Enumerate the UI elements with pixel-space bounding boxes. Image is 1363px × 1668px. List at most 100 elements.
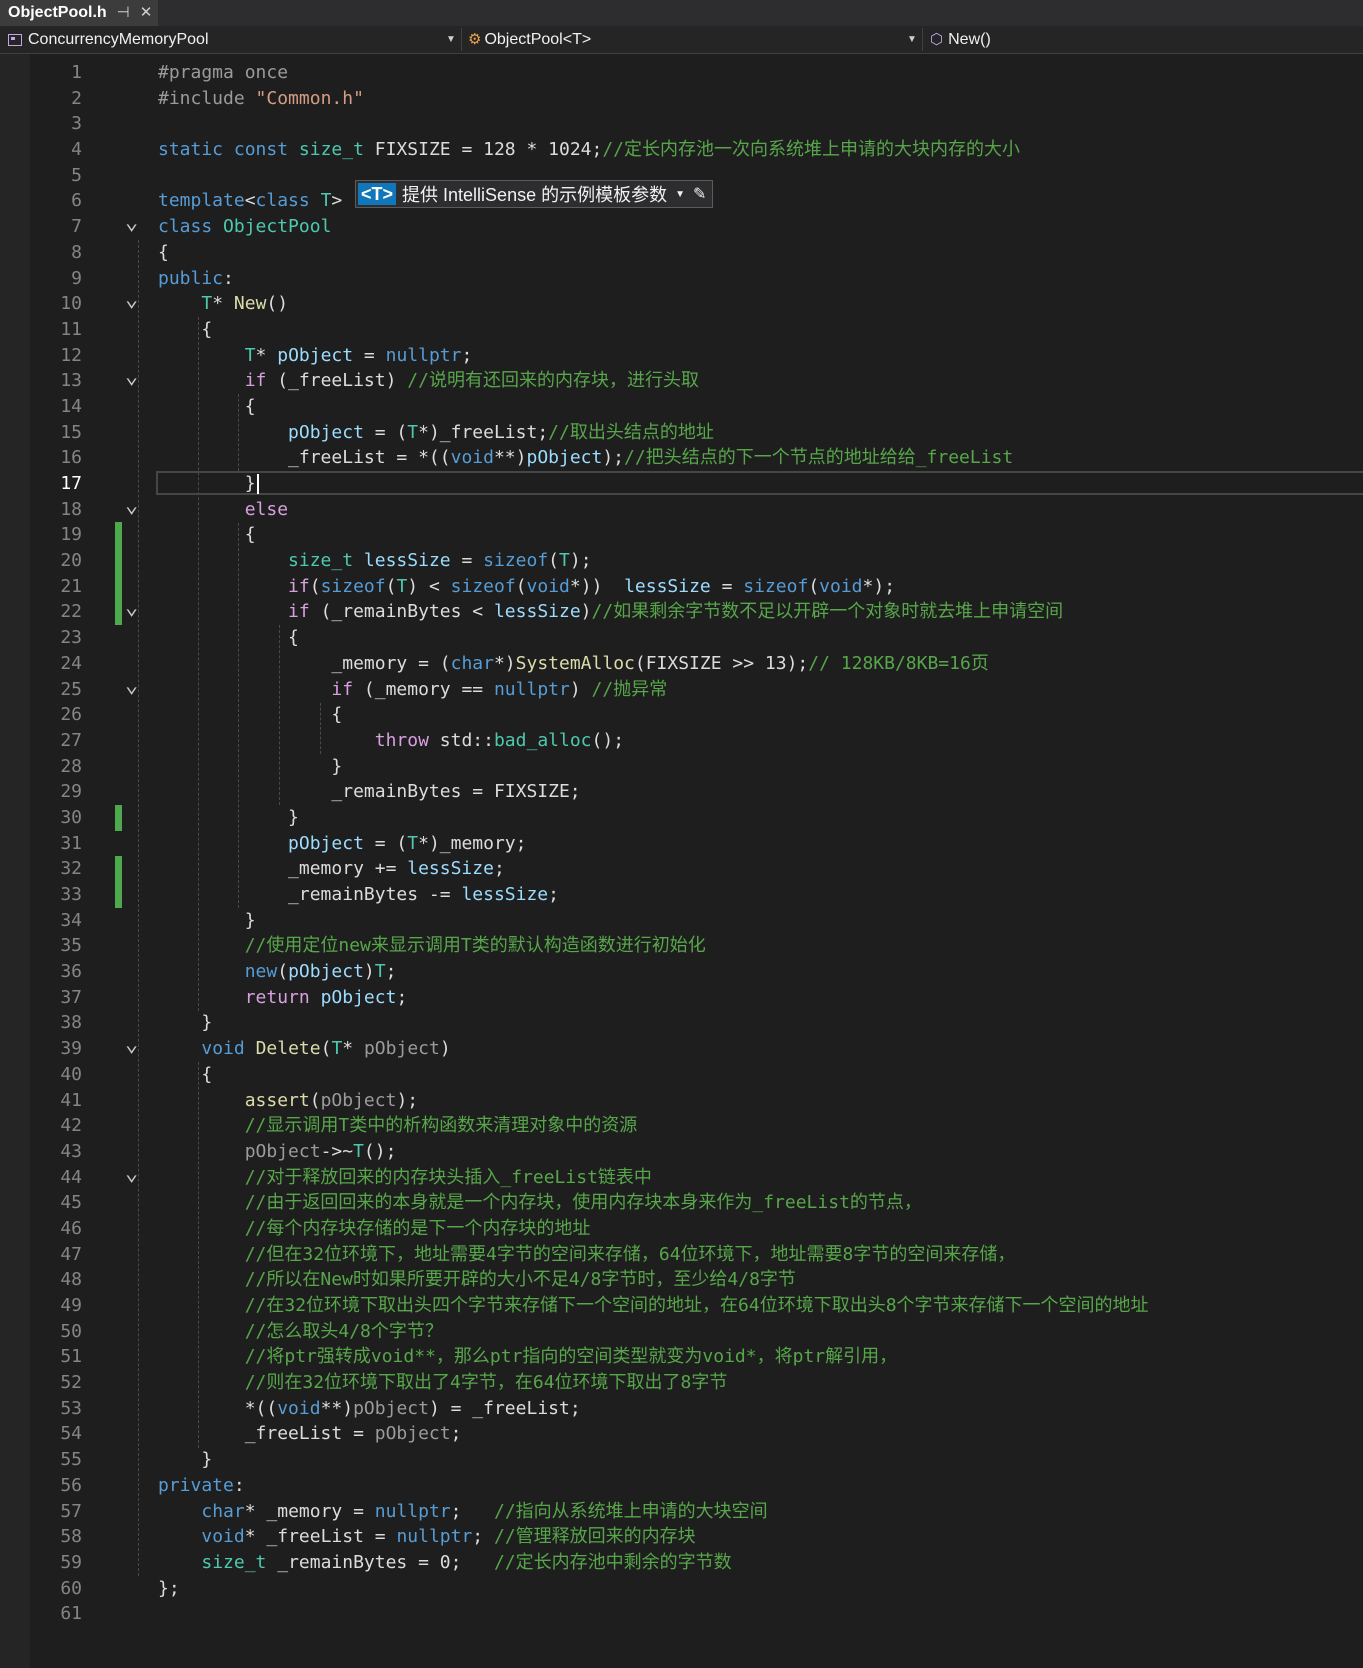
code-text[interactable]: T* New(): [158, 291, 288, 317]
code-text[interactable]: }: [158, 908, 256, 934]
code-text[interactable]: static const size_t FIXSIZE = 128 * 1024…: [158, 137, 1020, 163]
code-text[interactable]: //使用定位new来显示调用T类的默认构造函数进行初始化: [158, 933, 706, 959]
code-line-15[interactable]: 15 pObject = (T*)_freeList;//取出头结点的地址: [0, 420, 1363, 446]
code-line-26[interactable]: 26 {: [0, 702, 1363, 728]
code-line-24[interactable]: 24 _memory = (char*)SystemAlloc(FIXSIZE …: [0, 651, 1363, 677]
code-line-56[interactable]: 56 private:: [0, 1473, 1363, 1499]
code-text[interactable]: template<class T>: [158, 188, 342, 214]
chevron-down-icon[interactable]: ⌄: [125, 494, 138, 516]
code-line-22[interactable]: 22 ⌄ if (_remainBytes < lessSize)//如果剩余字节…: [0, 597, 1363, 626]
code-line-23[interactable]: 23 {: [0, 625, 1363, 651]
code-text[interactable]: size_t lessSize = sizeof(T);: [158, 548, 592, 574]
code-text[interactable]: #include "Common.h": [158, 86, 364, 112]
code-text[interactable]: private:: [158, 1473, 245, 1499]
chevron-down-icon[interactable]: ⌄: [125, 212, 138, 234]
code-line-43[interactable]: 43 pObject->~T();: [0, 1139, 1363, 1165]
code-text[interactable]: //对于释放回来的内存块头插入_freeList链表中: [158, 1165, 652, 1191]
code-text[interactable]: //所以在New时如果所要开辟的大小不足4/8字节时，至少给4/8字节: [158, 1267, 796, 1293]
code-text[interactable]: //显示调用T类中的析构函数来清理对象中的资源: [158, 1113, 638, 1139]
code-text[interactable]: if (_memory == nullptr) //抛异常: [158, 677, 667, 703]
code-line-52[interactable]: 52 //则在32位环境下取出了4字节，在64位环境下取出了8字节: [0, 1370, 1363, 1396]
code-line-7[interactable]: 7 ⌄ class ObjectPool: [0, 212, 1363, 240]
code-text[interactable]: }: [158, 1010, 212, 1036]
code-text[interactable]: {: [158, 317, 212, 343]
code-text[interactable]: if(sizeof(T) < sizeof(void*)) lessSize =…: [158, 574, 895, 600]
code-text[interactable]: //在32位环境下取出头四个字节来存储下一个空间的地址，在64位环境下取出头8个…: [158, 1293, 1149, 1319]
code-line-29[interactable]: 29 _remainBytes = FIXSIZE;: [0, 779, 1363, 805]
code-text[interactable]: //但在32位环境下，地址需要4字节的空间来存储，64位环境下，地址需要8字节的…: [158, 1242, 1016, 1268]
code-text[interactable]: {: [158, 522, 256, 548]
code-line-45[interactable]: 45 //由于返回回来的本身就是一个内存块，使用内存块本身来作为_freeLis…: [0, 1190, 1363, 1216]
code-line-41[interactable]: 41 assert(pObject);: [0, 1088, 1363, 1114]
chevron-down-icon[interactable]: ▼: [907, 26, 917, 53]
code-line-55[interactable]: 55 }: [0, 1447, 1363, 1473]
code-text[interactable]: else: [158, 497, 288, 523]
code-text[interactable]: {: [158, 1062, 212, 1088]
code-line-19[interactable]: 19 {: [0, 522, 1363, 549]
chevron-down-icon[interactable]: ⌄: [125, 674, 138, 696]
code-text[interactable]: {: [158, 702, 342, 728]
code-line-47[interactable]: 47 //但在32位环境下，地址需要4字节的空间来存储，64位环境下，地址需要8…: [0, 1242, 1363, 1268]
code-text[interactable]: T* pObject = nullptr;: [158, 343, 473, 369]
code-line-59[interactable]: 59 size_t _remainBytes = 0; //定长内存池中剩余的字…: [0, 1550, 1363, 1576]
code-line-57[interactable]: 57 char* _memory = nullptr; //指向从系统堆上申请的…: [0, 1499, 1363, 1525]
code-text[interactable]: assert(pObject);: [158, 1088, 418, 1114]
code-text[interactable]: _memory += lessSize;: [158, 856, 505, 882]
code-line-33[interactable]: 33 _remainBytes -= lessSize;: [0, 882, 1363, 908]
pin-icon[interactable]: ⊣: [117, 0, 130, 25]
code-text[interactable]: public:: [158, 266, 234, 292]
code-text[interactable]: pObject = (T*)_freeList;//取出头结点的地址: [158, 420, 714, 446]
code-line-1[interactable]: 1 #pragma once: [0, 60, 1363, 86]
chevron-down-icon[interactable]: ⌄: [125, 1034, 138, 1056]
code-text[interactable]: _remainBytes -= lessSize;: [158, 882, 559, 908]
code-line-16[interactable]: 16 _freeList = *((void**)pObject);//把头结点…: [0, 445, 1363, 471]
code-text[interactable]: void Delete(T* pObject): [158, 1036, 450, 1062]
code-line-8[interactable]: 8{: [0, 240, 1363, 266]
code-line-21[interactable]: 21 if(sizeof(T) < sizeof(void*)) lessSiz…: [0, 573, 1363, 600]
code-text[interactable]: {: [158, 625, 299, 651]
code-line-50[interactable]: 50 //怎么取头4/8个字节？: [0, 1319, 1363, 1345]
chevron-down-icon[interactable]: ⌄: [125, 1162, 138, 1184]
pencil-icon[interactable]: ✎: [693, 184, 706, 204]
code-line-58[interactable]: 58 void* _freeList = nullptr; //管理释放回来的内…: [0, 1524, 1363, 1550]
code-line-61[interactable]: 61: [0, 1601, 1363, 1627]
code-line-2[interactable]: 2 #include "Common.h": [0, 86, 1363, 112]
code-line-54[interactable]: 54 _freeList = pObject;: [0, 1421, 1363, 1447]
close-icon[interactable]: ✕: [140, 0, 153, 25]
code-text[interactable]: //则在32位环境下取出了4字节，在64位环境下取出了8字节: [158, 1370, 728, 1396]
code-text[interactable]: void* _freeList = nullptr; //管理释放回来的内存块: [158, 1524, 695, 1550]
code-line-36[interactable]: 36 new(pObject)T;: [0, 959, 1363, 985]
code-text[interactable]: _remainBytes = FIXSIZE;: [158, 779, 580, 805]
code-text[interactable]: pObject->~T();: [158, 1139, 397, 1165]
code-line-51[interactable]: 51 //将ptr强转成void**，那么ptr指向的空间类型就变为void*，…: [0, 1344, 1363, 1370]
code-line-13[interactable]: 13 ⌄ if (_freeList) //说明有还回来的内存块，进行头取: [0, 366, 1363, 394]
code-line-10[interactable]: 10 ⌄ T* New(): [0, 289, 1363, 317]
code-line-3[interactable]: 3: [0, 111, 1363, 137]
code-text[interactable]: _freeList = pObject;: [158, 1421, 462, 1447]
code-line-9[interactable]: 9 public:: [0, 266, 1363, 292]
code-text[interactable]: _freeList = *((void**)pObject);//把头结点的下一…: [158, 445, 1013, 471]
code-line-14[interactable]: 14 {: [0, 394, 1363, 420]
code-line-4[interactable]: 4 static const size_t FIXSIZE = 128 * 102…: [0, 137, 1363, 163]
code-text[interactable]: //将ptr强转成void**，那么ptr指向的空间类型就变为void*，将pt…: [158, 1344, 897, 1370]
code-line-44[interactable]: 44 ⌄ //对于释放回来的内存块头插入_freeList链表中: [0, 1162, 1363, 1191]
code-line-46[interactable]: 46 //每个内存块存储的是下一个内存块的地址: [0, 1216, 1363, 1242]
code-line-35[interactable]: 35 //使用定位new来显示调用T类的默认构造函数进行初始化: [0, 933, 1363, 959]
code-text[interactable]: #pragma once: [158, 60, 288, 86]
project-dropdown[interactable]: ConcurrencyMemoryPool: [8, 26, 209, 53]
code-text[interactable]: new(pObject)T;: [158, 959, 397, 985]
code-text[interactable]: }: [158, 1447, 212, 1473]
code-line-34[interactable]: 34 }: [0, 908, 1363, 934]
code-line-32[interactable]: 32 _memory += lessSize;: [0, 856, 1363, 882]
code-line-42[interactable]: 42 //显示调用T类中的析构函数来清理对象中的资源: [0, 1113, 1363, 1139]
code-line-20[interactable]: 20 size_t lessSize = sizeof(T);: [0, 548, 1363, 574]
code-lines[interactable]: 1 #pragma once 2 #include "Common.h" 3 4 stati…: [0, 60, 1363, 1627]
code-line-53[interactable]: 53 *((void**)pObject) = _freeList;: [0, 1396, 1363, 1422]
code-text[interactable]: //怎么取头4/8个字节？: [158, 1319, 443, 1345]
chevron-down-icon[interactable]: ⌄: [125, 289, 138, 311]
code-text[interactable]: //由于返回回来的本身就是一个内存块，使用内存块本身来作为_freeList的节…: [158, 1190, 922, 1216]
code-text[interactable]: //每个内存块存储的是下一个内存块的地址: [158, 1216, 591, 1242]
chevron-down-icon[interactable]: ⌄: [125, 366, 138, 388]
code-text[interactable]: size_t _remainBytes = 0; //定长内存池中剩余的字节数: [158, 1550, 731, 1576]
tab-objectpool-h[interactable]: ObjectPool.h ⊣ ✕: [0, 0, 159, 26]
